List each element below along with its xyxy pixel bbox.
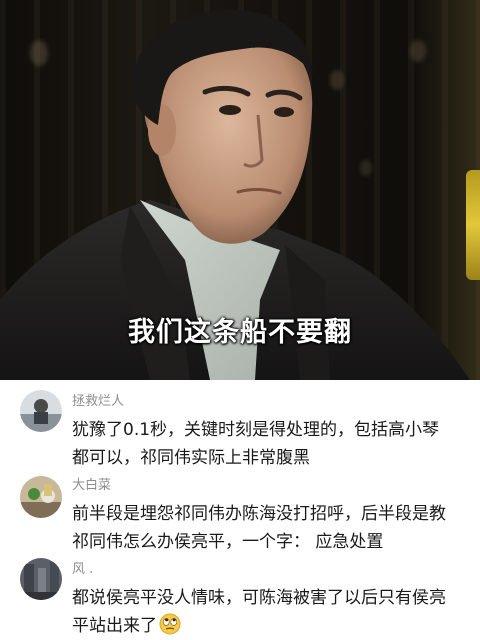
comment-text-line: 祁同伟怎么办侯亮平，一个字： 应急处置	[72, 532, 384, 552]
comment-text-line: 犹豫了0.1秒，关键时刻是得处理的，包括高小琴	[72, 420, 440, 440]
comment-text-line: 平站出来了	[72, 612, 468, 640]
video-frame[interactable]: 我们这条船不要翻	[0, 0, 480, 380]
avatar[interactable]	[20, 390, 62, 432]
avatar[interactable]	[20, 558, 62, 600]
comment-text: 犹豫了0.1秒，关键时刻是得处理的，包括高小琴 都可以，祁同伟实际上非常腹黑	[72, 416, 468, 472]
comment-list: 拯救烂人 犹豫了0.1秒，关键时刻是得处理的，包括高小琴 都可以，祁同伟实际上非…	[0, 380, 480, 640]
avatar[interactable]	[20, 476, 62, 518]
comment-text-line: 前半段是埋怨祁同伟办陈海没打招呼，后半段是教	[72, 504, 446, 524]
comment-text-segment: 平站出来了	[72, 616, 157, 636]
avatar-image	[20, 558, 62, 600]
avatar-image	[20, 476, 62, 518]
comment-username[interactable]: 拯救烂人	[72, 394, 124, 410]
avatar-image	[20, 390, 62, 432]
comment-text-line: 都可以，祁同伟实际上非常腹黑	[72, 448, 310, 468]
comment-text: 都说侯亮平没人情味，可陈海被害了以后只有侯亮 平站出来了	[72, 584, 468, 640]
comment-username[interactable]: 大白菜	[72, 478, 111, 494]
comment-text: 前半段是埋怨祁同伟办陈海没打招呼，后半段是教 祁同伟怎么办侯亮平，一个字： 应急…	[72, 500, 468, 556]
video-subtitle: 我们这条船不要翻	[128, 317, 352, 348]
comment-username[interactable]: 风 .	[72, 562, 93, 578]
eye-roll-emoji-icon	[159, 613, 181, 635]
comment-text-line: 都说侯亮平没人情味，可陈海被害了以后只有侯亮	[72, 588, 446, 608]
